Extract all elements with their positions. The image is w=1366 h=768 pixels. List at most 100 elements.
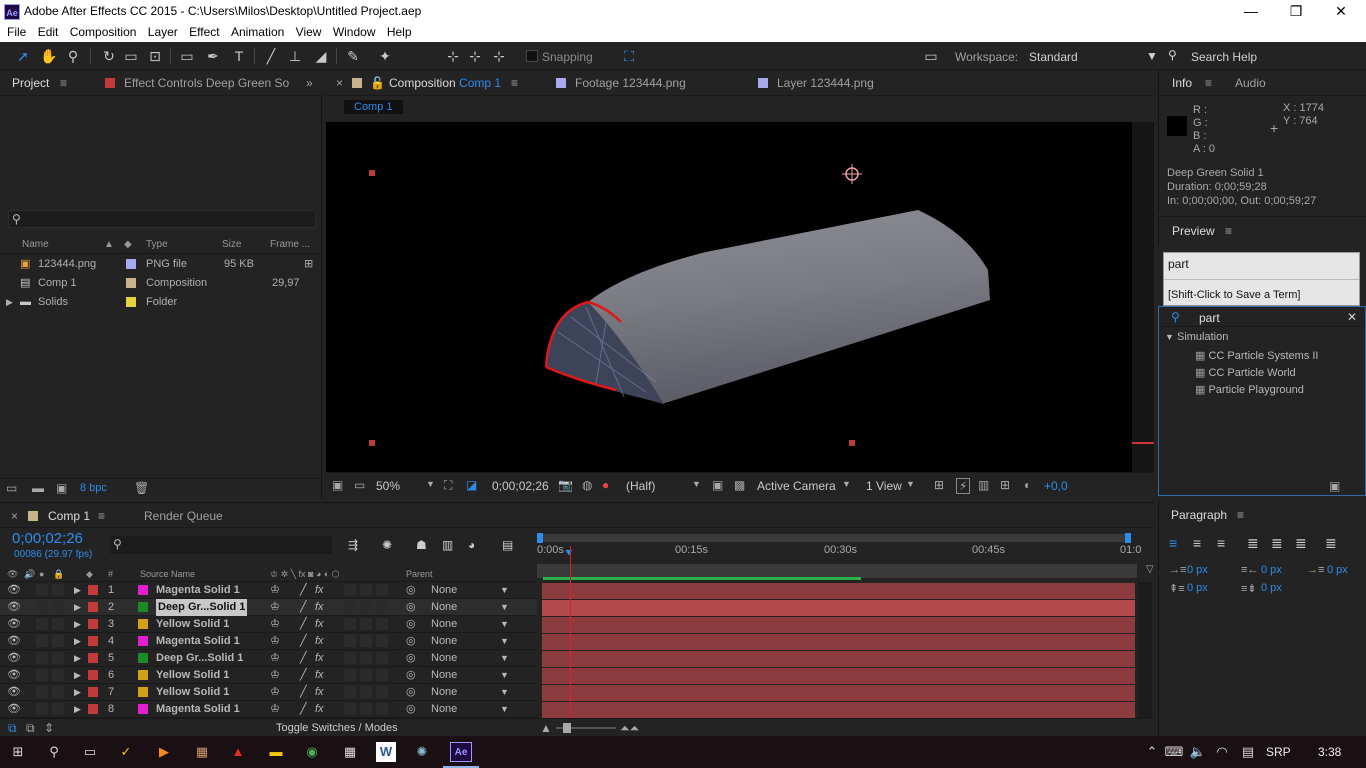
lock-switch[interactable] bbox=[52, 652, 64, 664]
adjustment-switch[interactable] bbox=[360, 618, 372, 630]
flowchart-icon[interactable]: ⊞ bbox=[304, 255, 313, 274]
audio-switch[interactable] bbox=[36, 584, 48, 596]
search-icon[interactable]: ⚲ bbox=[44, 742, 64, 762]
adjustment-switch[interactable] bbox=[360, 669, 372, 681]
shy-switch-icon[interactable]: ♔ bbox=[270, 616, 280, 633]
align-center-icon[interactable]: ≡ bbox=[1193, 536, 1201, 550]
layer-name[interactable]: Magenta Solid 1 bbox=[156, 701, 240, 718]
layer-row[interactable]: 👁 ▶ 7 Yellow Solid 1 ♔ ╱ fx ◎ None ▼ bbox=[0, 684, 537, 701]
windows-start-icon[interactable]: ⊞ bbox=[8, 742, 28, 762]
quality-switch-icon[interactable]: ╱ bbox=[300, 616, 307, 633]
visibility-eye-icon[interactable]: 👁 bbox=[7, 701, 21, 718]
twirl-arrow-icon[interactable]: ▶ bbox=[74, 633, 81, 650]
notifications-icon[interactable]: ▤ bbox=[1238, 742, 1258, 762]
space-after-value[interactable]: 0 px bbox=[1261, 582, 1282, 594]
network-icon[interactable]: ◠ bbox=[1212, 742, 1232, 762]
layer-name[interactable]: Deep Gr...Solid 1 bbox=[156, 599, 248, 616]
hamburger-icon[interactable]: ≡ bbox=[60, 70, 67, 96]
visibility-eye-icon[interactable]: 👁 bbox=[7, 599, 21, 616]
layer-label-swatch[interactable] bbox=[88, 585, 98, 595]
audio-switch[interactable] bbox=[36, 652, 48, 664]
shy-switch-icon[interactable]: ♔ bbox=[270, 633, 280, 650]
zoom-select[interactable]: 50% bbox=[376, 479, 400, 493]
effect-item[interactable]: ▦ CC Particle Systems II bbox=[1195, 348, 1319, 365]
twirl-arrow-icon[interactable]: ▶ bbox=[74, 667, 81, 684]
composition-canvas[interactable] bbox=[326, 122, 1132, 472]
flowchart-icon[interactable]: ⊞ bbox=[1000, 478, 1010, 492]
audio-switch[interactable] bbox=[36, 618, 48, 630]
parent-select[interactable]: None bbox=[431, 599, 457, 616]
fast-draft-icon[interactable]: ⚡ bbox=[956, 478, 971, 494]
chevron-down-icon[interactable]: ▼ bbox=[842, 479, 851, 489]
twirl-arrow-icon[interactable]: ▶ bbox=[74, 616, 81, 633]
expand-layer-switches-icon[interactable]: ⧉ bbox=[8, 721, 17, 736]
pick-whip-icon[interactable]: ◎ bbox=[406, 684, 416, 701]
app-icon[interactable]: ✺ bbox=[412, 742, 432, 762]
effect-category[interactable]: ▼ Simulation bbox=[1165, 331, 1228, 343]
timeline-icon[interactable]: ▥ bbox=[978, 478, 989, 492]
show-snapshot-icon[interactable]: ◍ bbox=[582, 478, 592, 492]
tab-composition[interactable]: Composition Comp 1 bbox=[389, 70, 501, 96]
quality-switch-icon[interactable]: ╱ bbox=[300, 599, 307, 616]
3d-switch[interactable] bbox=[376, 686, 388, 698]
always-preview-icon[interactable]: ▣ bbox=[332, 478, 343, 492]
layer-row[interactable]: 👁 ▶ 3 Yellow Solid 1 ♔ ╱ fx ◎ None ▼ bbox=[0, 616, 537, 633]
monitor-icon[interactable]: ▭ bbox=[354, 478, 365, 492]
new-folder-icon[interactable]: ▬ bbox=[32, 481, 44, 495]
norton-icon[interactable]: ✓ bbox=[116, 742, 136, 762]
3d-switch[interactable] bbox=[376, 703, 388, 715]
clone-stamp-tool-icon[interactable]: ⊥ bbox=[286, 47, 304, 65]
composition-mini-flowchart-icon[interactable]: ⇶ bbox=[348, 538, 358, 552]
layer-row[interactable]: 👁 ▶ 2 Deep Gr...Solid 1 ♔ ╱ fx ◎ None ▼ bbox=[0, 599, 537, 616]
effects-switch-icon[interactable]: fx bbox=[315, 701, 324, 718]
word-icon[interactable]: W bbox=[376, 742, 396, 762]
world-axis-icon[interactable]: ⊹ bbox=[466, 47, 484, 65]
region-of-interest-icon[interactable]: ◪ bbox=[466, 478, 477, 492]
viewer-timecode[interactable]: 0;00;02;26 bbox=[492, 479, 549, 493]
align-right-icon[interactable]: ≡ bbox=[1217, 536, 1225, 550]
close-tab-icon[interactable]: × bbox=[11, 503, 18, 529]
layer-row[interactable]: 👁 ▶ 6 Yellow Solid 1 ♔ ╱ fx ◎ None ▼ bbox=[0, 667, 537, 684]
view-layout-select[interactable]: 1 View bbox=[866, 479, 902, 493]
effects-switch-icon[interactable]: fx bbox=[315, 667, 324, 684]
snapping-options-icon[interactable]: ⛶ bbox=[620, 47, 638, 65]
comp-marker-icon[interactable]: ▽ bbox=[1146, 564, 1154, 575]
shy-switch-icon[interactable]: ♔ bbox=[270, 582, 280, 599]
pixel-aspect-icon[interactable]: ⊞ bbox=[934, 478, 944, 492]
chrome-icon[interactable]: ◉ bbox=[302, 742, 322, 762]
rectangle-tool-icon[interactable]: ▭ bbox=[178, 47, 196, 65]
layer-name[interactable]: Deep Gr...Solid 1 bbox=[156, 650, 243, 667]
tab-timeline-comp[interactable]: Comp 1 bbox=[48, 503, 90, 529]
visibility-eye-icon[interactable]: 👁 bbox=[7, 616, 21, 633]
parent-select[interactable]: None bbox=[431, 582, 457, 599]
layer-duration-bar[interactable] bbox=[542, 668, 1135, 684]
playhead-icon[interactable]: ⯆ bbox=[564, 546, 574, 561]
layer-duration-bar[interactable] bbox=[542, 617, 1135, 633]
rotation-tool-icon[interactable]: ↻ bbox=[100, 47, 118, 65]
twirl-arrow-icon[interactable]: ▶ bbox=[74, 599, 81, 616]
chevron-down-icon[interactable]: ▼ bbox=[500, 616, 509, 633]
motion-blur-switch[interactable] bbox=[344, 652, 356, 664]
hamburger-icon[interactable]: ≡ bbox=[1205, 70, 1212, 96]
toggle-switches-modes[interactable]: Toggle Switches / Modes bbox=[276, 722, 398, 734]
expand-stretch-icon[interactable]: ⇕ bbox=[44, 721, 54, 735]
effect-item[interactable]: ▦ CC Particle World bbox=[1195, 365, 1319, 382]
pen-tool-icon[interactable]: ✒ bbox=[204, 47, 222, 65]
column-source-name[interactable]: Source Name bbox=[140, 566, 195, 582]
visibility-eye-icon[interactable]: 👁 bbox=[7, 684, 21, 701]
layer-duration-bar[interactable] bbox=[542, 583, 1135, 599]
lock-switch[interactable] bbox=[52, 703, 64, 715]
3d-switch[interactable] bbox=[376, 584, 388, 596]
lock-switch[interactable] bbox=[52, 618, 64, 630]
layer-duration-bar[interactable] bbox=[542, 651, 1135, 667]
current-time-indicator[interactable] bbox=[570, 546, 571, 718]
indent-right-value[interactable]: 0 px bbox=[1261, 564, 1282, 576]
new-preset-icon[interactable]: ▣ bbox=[1329, 479, 1340, 493]
justify-last-right-icon[interactable]: ≣ bbox=[1295, 536, 1307, 550]
3d-switch[interactable] bbox=[376, 652, 388, 664]
menu-window[interactable]: Window bbox=[326, 24, 376, 39]
resolution-select[interactable]: (Half) bbox=[626, 479, 655, 493]
tab-project[interactable]: Project bbox=[12, 70, 49, 96]
column-frame-rate[interactable]: Frame ... bbox=[270, 236, 310, 254]
parent-select[interactable]: None bbox=[431, 616, 457, 633]
